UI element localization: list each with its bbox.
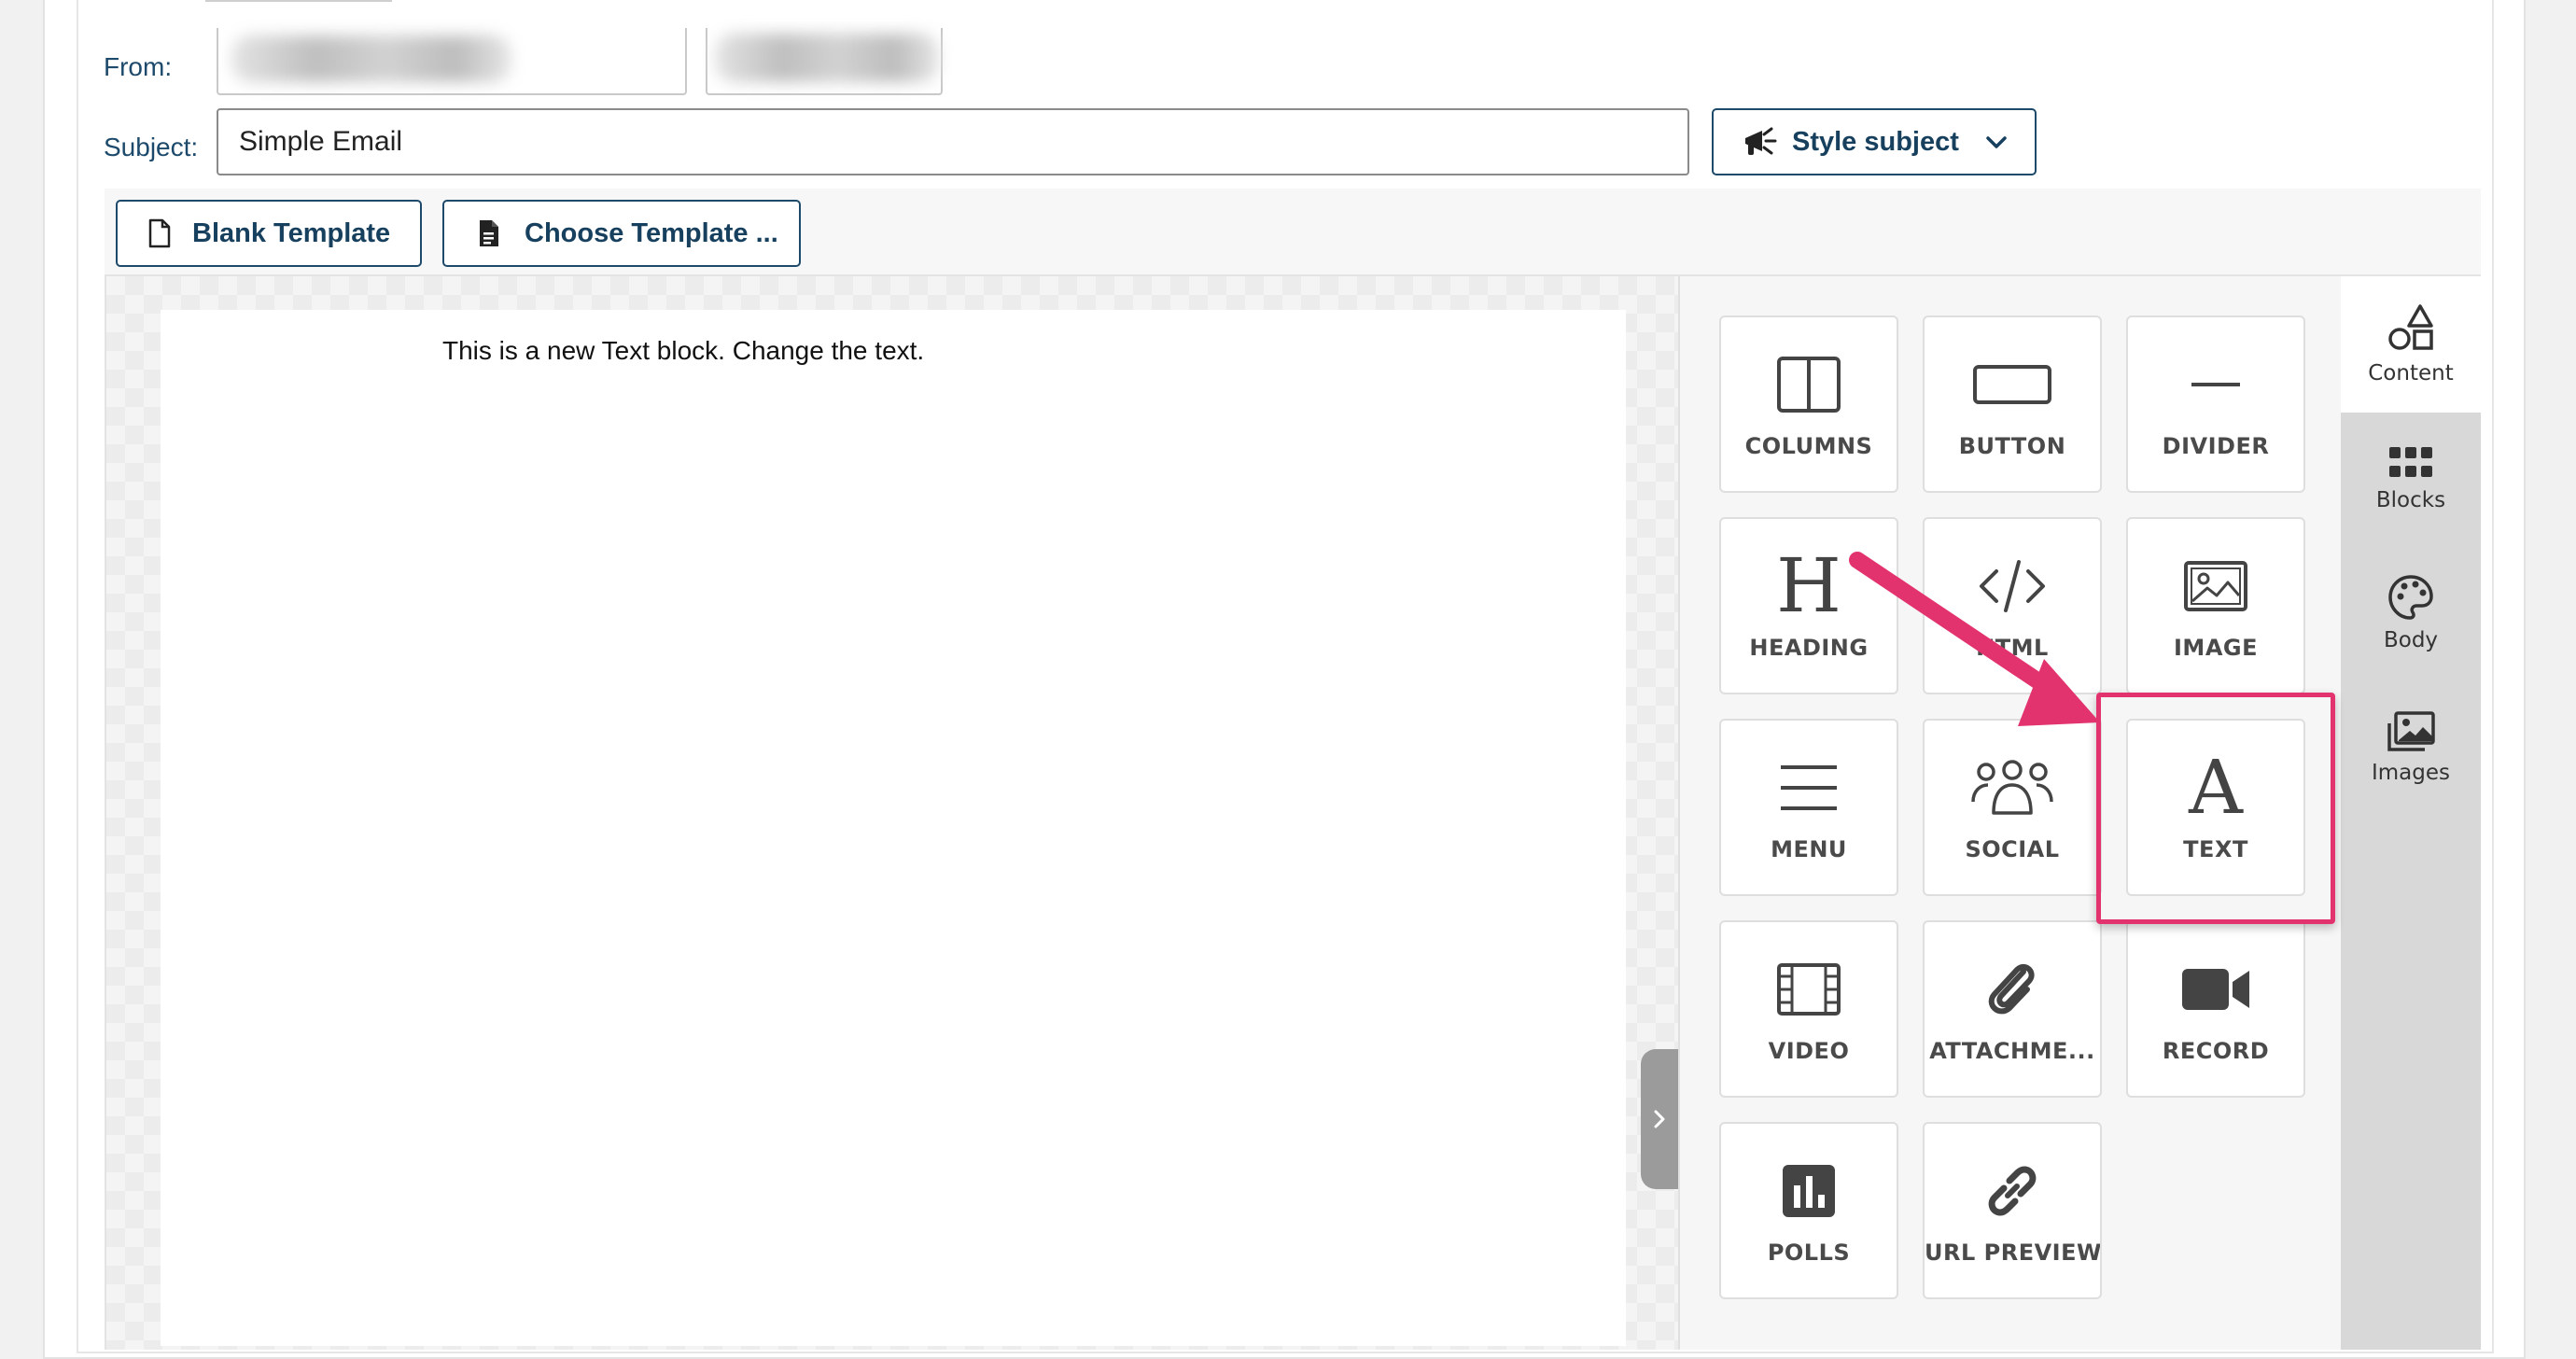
annotation-arrow: [1849, 552, 2100, 726]
